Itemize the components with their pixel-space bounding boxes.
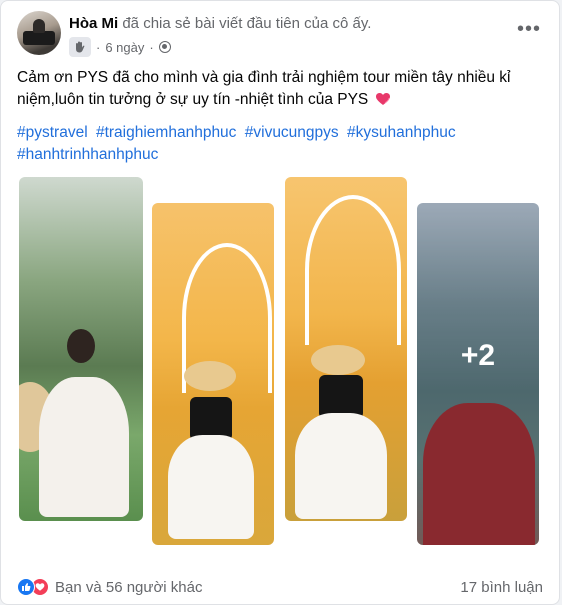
hashtag-link[interactable]: #hanhtrinhhanhphuc — [17, 146, 158, 163]
comments-count[interactable]: 17 bình luận — [460, 579, 543, 596]
post-action-text: đã chia sẻ bài viết đầu tiên của cô ấy. — [122, 15, 372, 32]
post-footer: Bạn và 56 người khác 17 bình luận — [17, 575, 543, 599]
like-icon — [17, 578, 35, 596]
photo-skirt-shape — [295, 413, 387, 519]
hashtag-link[interactable]: #pystravel — [17, 124, 88, 141]
avatar[interactable] — [17, 11, 61, 55]
hashtag-link[interactable]: #kysuhanhphuc — [347, 124, 456, 141]
hashtag-link[interactable]: #traighiemhanhphuc — [96, 124, 236, 141]
post-header: Hòa Mi đã chia sẻ bài viết đầu tiên của … — [17, 11, 543, 59]
reaction-icons — [17, 578, 49, 596]
photo-skirt-shape — [168, 435, 254, 539]
privacy-icon[interactable] — [158, 41, 171, 53]
avatar-piano — [23, 31, 55, 45]
photo-dress-shape — [39, 377, 129, 517]
photo-woman-in-garden[interactable] — [19, 177, 143, 521]
post-card: Hòa Mi đã chia sẻ bài viết đầu tiên của … — [0, 0, 560, 605]
post-separator: · — [96, 39, 101, 55]
reactions-summary[interactable]: Bạn và 56 người khác — [17, 578, 202, 596]
post-body: Cảm ơn PYS đã cho mình và gia đình trải … — [17, 69, 511, 108]
avatar-person — [33, 19, 45, 33]
hand-wave-icon — [76, 41, 85, 53]
photo-arch-shape — [305, 195, 401, 345]
post-text: Cảm ơn PYS đã cho mình và gia đình trải … — [17, 67, 547, 111]
photo-hat-shape — [311, 345, 365, 375]
heart-emoji-icon — [375, 93, 390, 105]
hashtag-list: #pystravel #traighiemhanhphuc #vivucungp… — [17, 122, 547, 166]
post-time[interactable]: 6 ngày — [105, 40, 144, 55]
post-meta: · 6 ngày · — [69, 37, 171, 57]
photo-tower[interactable]: +2 — [417, 203, 539, 545]
more-photos-overlay[interactable]: +2 — [417, 203, 539, 545]
author-line: Hòa Mi đã chia sẻ bài viết đầu tiên của … — [69, 15, 371, 32]
reactions-text[interactable]: Bạn và 56 người khác — [55, 579, 202, 596]
more-photos-count: +2 — [460, 339, 496, 372]
photo-gallery: +2 — [1, 176, 559, 551]
photo-head-shape — [67, 329, 95, 363]
photo-temple-2[interactable] — [285, 177, 407, 521]
photo-hat-shape — [184, 361, 236, 391]
more-options-button[interactable]: ••• — [515, 19, 543, 41]
group-thumbnail[interactable] — [69, 37, 91, 57]
hashtag-link[interactable]: #vivucungpys — [245, 124, 339, 141]
post-separator-2: · — [149, 39, 154, 55]
photo-temple-1[interactable] — [152, 203, 274, 545]
author-name[interactable]: Hòa Mi — [69, 15, 118, 32]
